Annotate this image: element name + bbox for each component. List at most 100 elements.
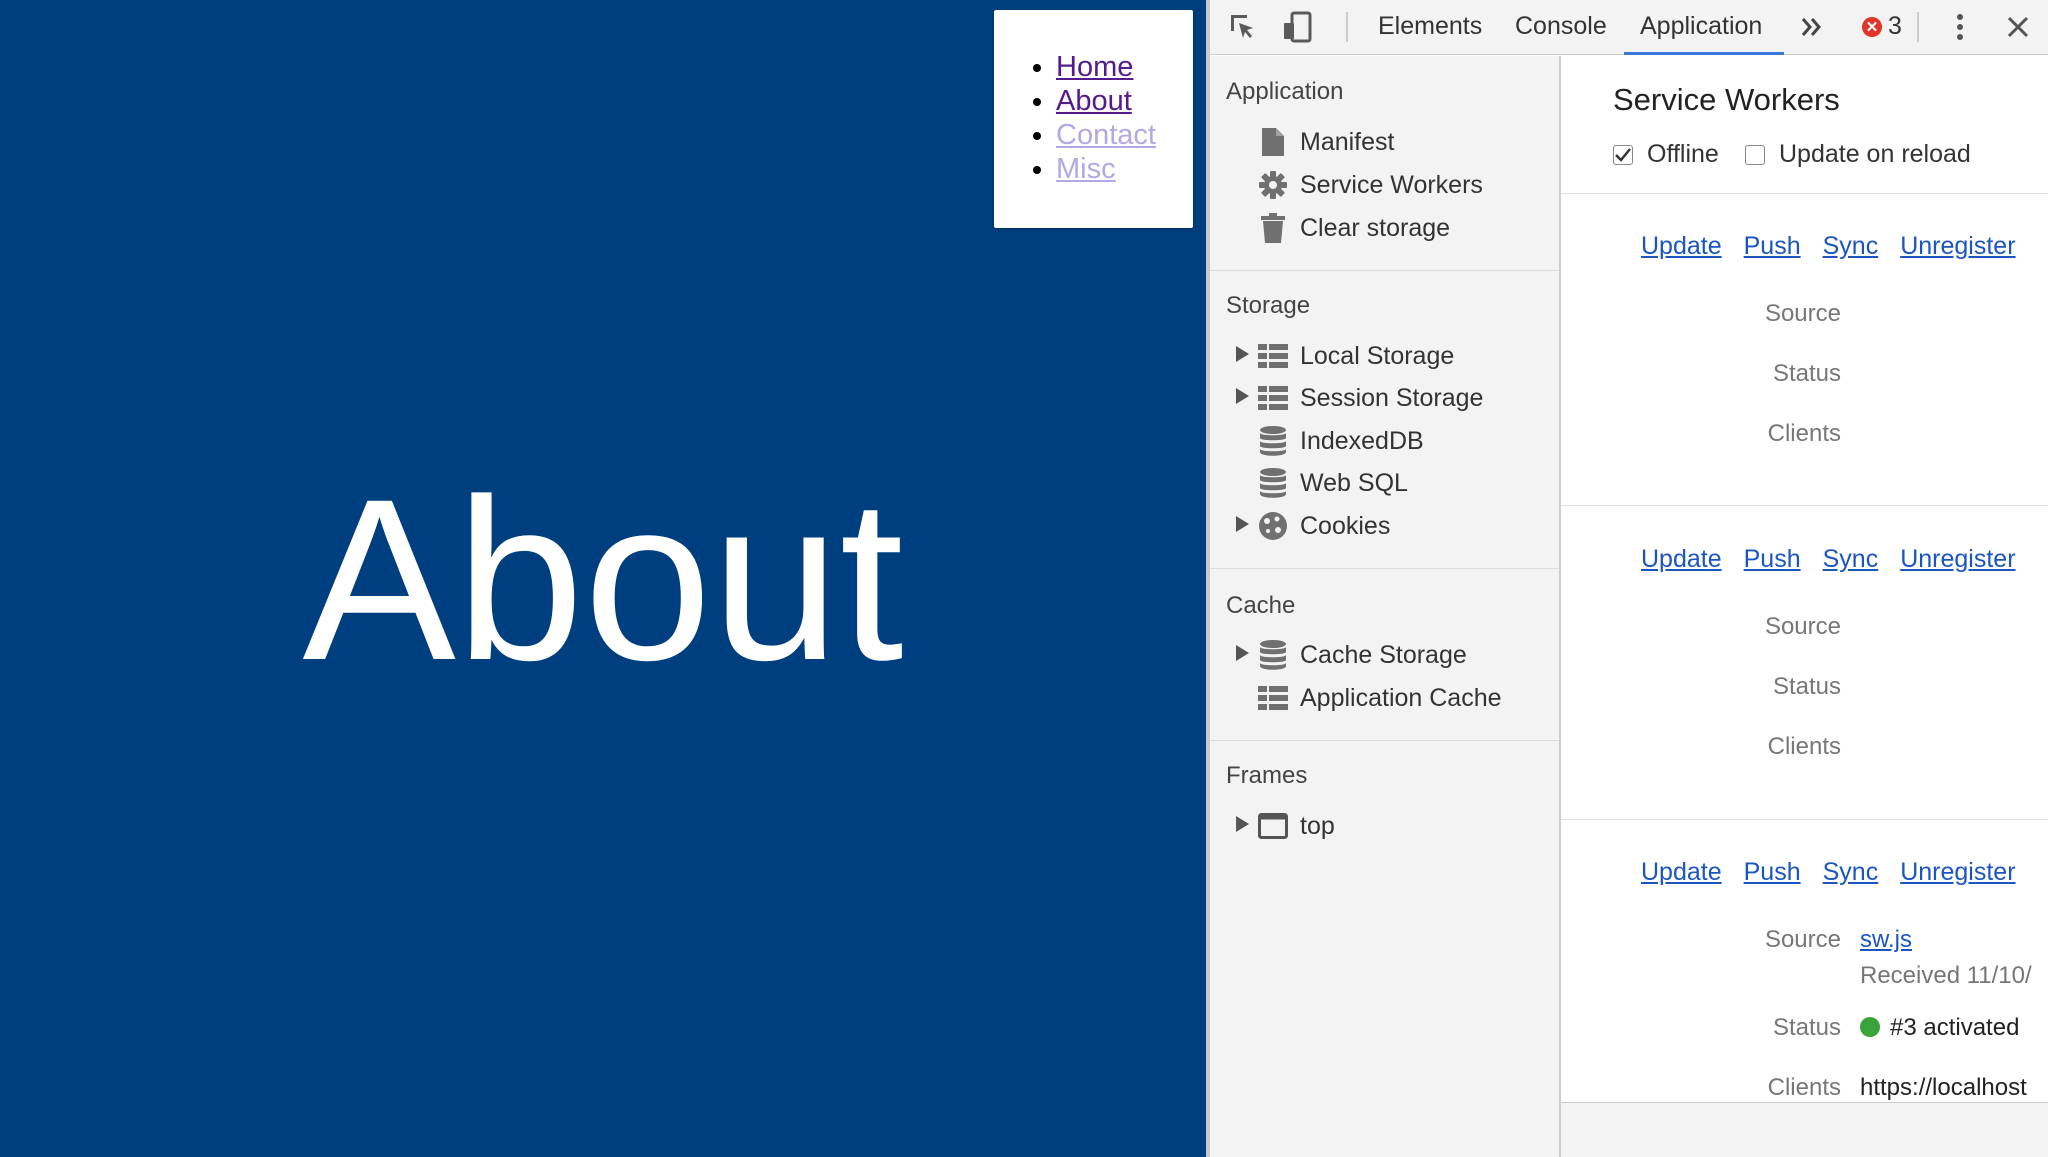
- tab-elements[interactable]: Elements: [1378, 12, 1482, 41]
- cookie-icon: [1258, 511, 1288, 541]
- sidebar-item-application-cache[interactable]: Application Cache: [1258, 678, 1502, 718]
- nav-item-misc: Misc: [1056, 152, 1156, 186]
- sidebar-item-service-workers[interactable]: Service Workers: [1258, 165, 1483, 205]
- clients-label: Clients: [1767, 1074, 1841, 1101]
- expand-arrow-icon[interactable]: [1236, 645, 1249, 661]
- update-on-reload-checkbox[interactable]: [1745, 144, 1765, 165]
- source-label: Source: [1764, 613, 1841, 640]
- sidebar-item-label: Web SQL: [1300, 468, 1408, 497]
- sidebar-item-indexeddb[interactable]: IndexedDB: [1258, 421, 1424, 461]
- unregister-link[interactable]: Unregister: [1900, 545, 2015, 574]
- push-link[interactable]: Push: [1744, 232, 1801, 261]
- source-label: Source: [1764, 300, 1841, 327]
- nav-link-about[interactable]: About: [1056, 85, 1132, 117]
- database-icon: [1258, 468, 1288, 498]
- offline-label: Offline: [1647, 140, 1719, 168]
- tab-application[interactable]: Application: [1640, 12, 1762, 41]
- devtools-drawer-bar: [1561, 1102, 2048, 1157]
- push-link[interactable]: Push: [1744, 545, 1801, 574]
- grid-icon: [1258, 683, 1288, 713]
- unregister-link[interactable]: Unregister: [1900, 232, 2015, 261]
- update-on-reload-option[interactable]: Update on reload: [1745, 140, 1971, 169]
- sidebar-item-web-sql[interactable]: Web SQL: [1258, 463, 1408, 503]
- sidebar-item-label: Clear storage: [1300, 213, 1451, 242]
- update-on-reload-label: Update on reload: [1779, 140, 1971, 168]
- sidebar-item-local-storage[interactable]: Local Storage: [1236, 336, 1454, 376]
- gear-icon: [1258, 170, 1288, 200]
- sidebar-item-label: top: [1300, 811, 1335, 840]
- update-link[interactable]: Update: [1641, 545, 1722, 574]
- sidebar-item-cookies[interactable]: Cookies: [1236, 506, 1391, 546]
- database-icon: [1258, 640, 1288, 670]
- sidebar-item-label: Application Cache: [1300, 683, 1502, 712]
- sidebar-item-label: Cache Storage: [1300, 640, 1467, 669]
- status-label: Status: [1772, 1014, 1841, 1041]
- sync-link[interactable]: Sync: [1823, 858, 1879, 887]
- sidebar-item-cache-storage[interactable]: Cache Storage: [1236, 635, 1467, 675]
- kebab-menu-icon[interactable]: [1943, 10, 1977, 44]
- tab-console[interactable]: Console: [1515, 12, 1607, 41]
- grid-icon: [1258, 341, 1288, 371]
- sidebar-item-label: Cookies: [1300, 511, 1391, 540]
- sync-link[interactable]: Sync: [1823, 545, 1879, 574]
- expand-arrow-icon[interactable]: [1236, 346, 1249, 362]
- worker-actions: Update Push Sync Unregister: [1641, 545, 2016, 574]
- inspect-element-icon[interactable]: [1226, 10, 1260, 44]
- error-counter[interactable]: ✕ 3: [1862, 12, 1902, 41]
- clients-label: Clients: [1767, 733, 1841, 760]
- section-divider: [1561, 819, 2048, 820]
- expand-arrow-icon[interactable]: [1236, 816, 1249, 832]
- sidebar-item-manifest[interactable]: Manifest: [1258, 122, 1394, 162]
- page-viewport: Home About Contact Misc About: [0, 0, 1206, 1157]
- error-icon: ✕: [1862, 16, 1882, 37]
- source-file-link[interactable]: sw.js: [1860, 926, 1912, 954]
- update-link[interactable]: Update: [1641, 232, 1722, 261]
- worker-actions: Update Push Sync Unregister: [1641, 232, 2016, 261]
- expand-arrow-icon[interactable]: [1236, 516, 1249, 532]
- nav-box: Home About Contact Misc: [994, 10, 1193, 228]
- section-title-cache: Cache: [1226, 592, 1296, 619]
- offline-checkbox[interactable]: [1613, 144, 1633, 165]
- expand-arrow-icon[interactable]: [1236, 388, 1249, 404]
- sidebar-item-clear-storage[interactable]: Clear storage: [1258, 208, 1450, 248]
- section-divider: [1210, 740, 1559, 741]
- sidebar-item-label: Service Workers: [1300, 170, 1483, 199]
- page-heading: About: [302, 451, 904, 708]
- sidebar-item-session-storage[interactable]: Session Storage: [1236, 378, 1483, 418]
- toolbar-separator: [1346, 12, 1348, 42]
- worker-status: #3 activated: [1860, 1014, 2019, 1042]
- sync-link[interactable]: Sync: [1823, 232, 1879, 261]
- update-link[interactable]: Update: [1641, 858, 1722, 887]
- section-divider: [1561, 193, 2048, 194]
- nav-link-home[interactable]: Home: [1056, 51, 1133, 83]
- section-divider: [1561, 505, 2048, 506]
- service-workers-panel: Service Workers Offline Update on reload…: [1561, 56, 2048, 1102]
- trash-icon: [1258, 213, 1288, 243]
- unregister-link[interactable]: Unregister: [1900, 858, 2015, 887]
- grid-icon: [1258, 383, 1288, 413]
- source-label: Source: [1764, 926, 1841, 953]
- received-timestamp: Received 11/10/: [1860, 962, 2032, 989]
- worker-status-text: #3 activated: [1890, 1014, 2020, 1041]
- nav-link-misc[interactable]: Misc: [1056, 153, 1116, 185]
- device-toggle-icon[interactable]: [1280, 10, 1314, 44]
- panel-title: Service Workers: [1613, 82, 1840, 117]
- push-link[interactable]: Push: [1744, 858, 1801, 887]
- application-sidebar: Application Manifest Service Workers Cle…: [1210, 56, 1561, 1157]
- more-tabs-icon[interactable]: [1795, 10, 1829, 44]
- section-divider: [1210, 270, 1559, 271]
- active-tab-indicator: [1624, 52, 1784, 55]
- worker-actions: Update Push Sync Unregister: [1641, 858, 2016, 887]
- nav-list: Home About Contact Misc: [1056, 50, 1156, 186]
- sidebar-item-frame-top[interactable]: top: [1236, 806, 1335, 846]
- nav-link-contact[interactable]: Contact: [1056, 119, 1156, 151]
- sidebar-item-label: IndexedDB: [1300, 426, 1424, 455]
- client-url: https://localhost: [1860, 1074, 2027, 1101]
- close-icon[interactable]: [2001, 10, 2035, 44]
- section-title-storage: Storage: [1226, 292, 1311, 319]
- devtools-toolbar: Elements Console Application ✕ 3: [1210, 0, 2048, 55]
- status-indicator-icon: [1860, 1016, 1880, 1037]
- error-count: 3: [1888, 12, 1902, 40]
- offline-option[interactable]: Offline: [1613, 140, 1719, 169]
- sidebar-item-label: Manifest: [1300, 127, 1395, 156]
